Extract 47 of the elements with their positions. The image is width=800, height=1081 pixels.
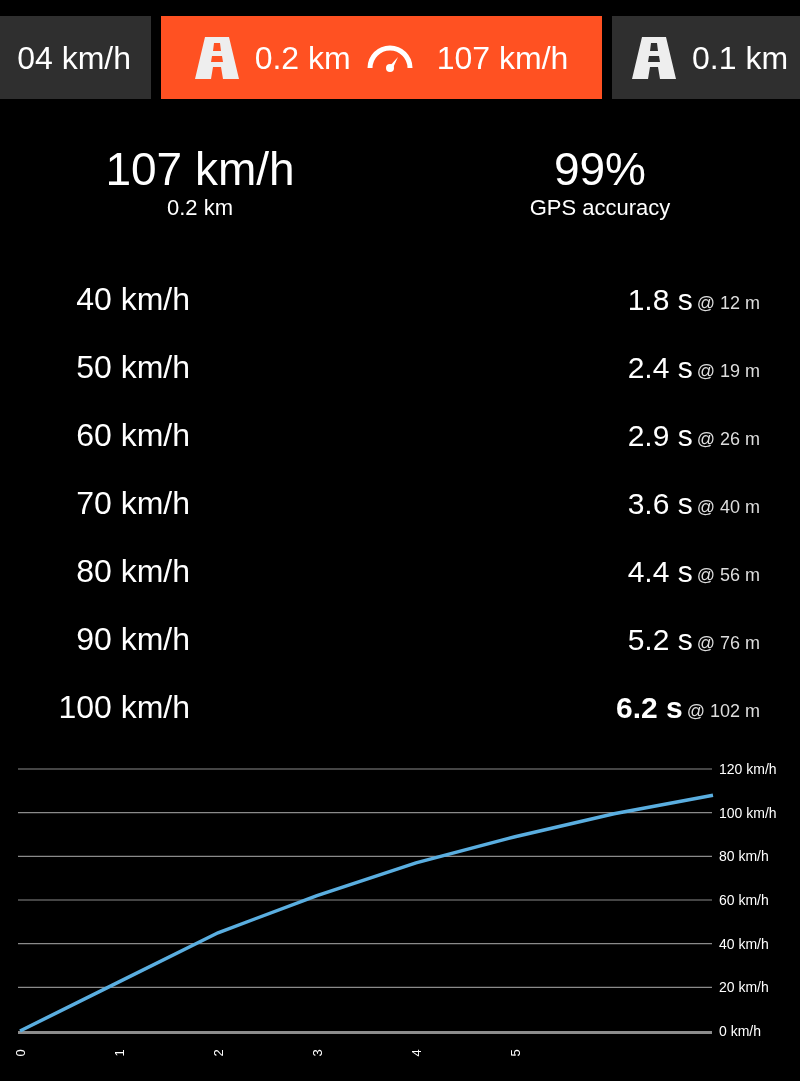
y-axis-label: 60 km/h xyxy=(719,892,769,908)
distance-value: @ 12 m xyxy=(696,291,760,315)
speed-text: 04 km/h xyxy=(17,38,131,78)
x-axis-label: 2 xyxy=(211,1049,226,1057)
time-value: 3.6 s xyxy=(627,485,693,522)
speed-label: 60 km/h xyxy=(75,416,190,455)
speed-label: 90 km/h xyxy=(75,620,190,659)
speed-text: 107 km/h xyxy=(436,38,569,78)
summary-value: 99% xyxy=(553,143,647,195)
time-value: 6.2 s xyxy=(615,689,683,726)
speed-label: 100 km/h xyxy=(57,688,190,727)
time-value: 1.8 s xyxy=(627,281,693,318)
distance-value: @ 102 m xyxy=(686,699,760,723)
summary-label: 0.2 km xyxy=(167,195,233,221)
y-axis-label: 20 km/h xyxy=(719,979,769,996)
summary-value: 107 km/h xyxy=(105,143,295,195)
y-axis-label: 100 km/h xyxy=(719,804,777,821)
distance-text: 0.1 km xyxy=(692,38,789,78)
speed-label: 70 km/h xyxy=(75,484,190,523)
road-icon xyxy=(194,36,239,79)
speed-label: 50 km/h xyxy=(75,348,190,387)
y-axis-label: 120 km/h xyxy=(719,761,777,777)
time-value: 2.4 s xyxy=(627,349,693,386)
x-axis-label: 4 xyxy=(409,1049,424,1057)
speed-label: 80 km/h xyxy=(75,552,190,591)
x-axis-label: 0 xyxy=(13,1049,28,1057)
summary-label: GPS accuracy xyxy=(529,195,671,221)
y-axis-label: 40 km/h xyxy=(719,935,769,952)
distance-value: @ 40 m xyxy=(696,495,760,519)
speed-label: 40 km/h xyxy=(75,280,190,319)
distance-value: @ 76 m xyxy=(696,631,760,655)
x-axis-label: 5 xyxy=(508,1049,523,1057)
tab[interactable]: 04 km/h xyxy=(0,16,151,99)
y-axis-label: 0 km/h xyxy=(719,1023,761,1039)
distance-value: @ 56 m xyxy=(696,563,760,587)
distance-value: @ 26 m xyxy=(696,427,760,451)
x-axis-label: 1 xyxy=(112,1049,127,1057)
tab[interactable]: 0.1 km xyxy=(612,16,800,99)
speedometer-icon xyxy=(366,43,413,72)
time-value: 5.2 s xyxy=(627,621,693,658)
distance-value: @ 19 m xyxy=(696,359,760,383)
x-axis-label: 3 xyxy=(310,1049,325,1057)
time-value: 4.4 s xyxy=(627,553,693,590)
y-axis-label: 80 km/h xyxy=(719,848,769,865)
distance-text: 0.2 km xyxy=(254,38,351,78)
road-icon xyxy=(632,36,676,79)
time-value: 2.9 s xyxy=(627,417,693,454)
